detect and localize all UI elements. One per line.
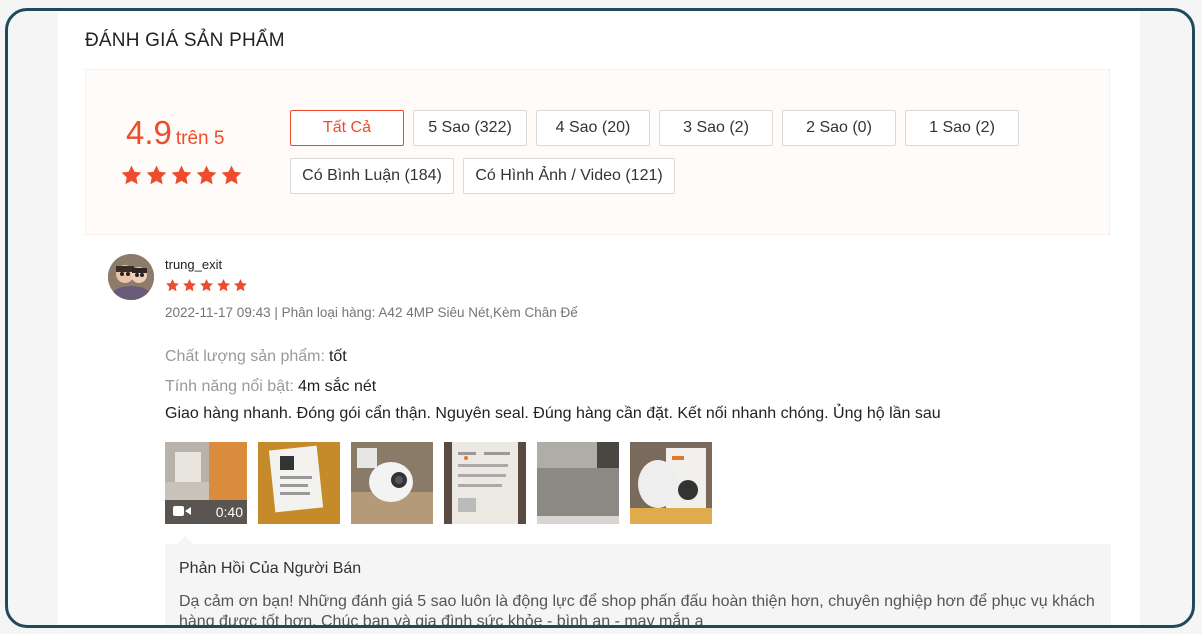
star-icon [121, 165, 142, 185]
filter-2-star[interactable]: 2 Sao (0) [782, 110, 896, 146]
attribute-label: Chất lượng sản phẩm: [165, 348, 325, 365]
filter-5-star[interactable]: 5 Sao (322) [413, 110, 527, 146]
video-duration: 0:40 [215, 504, 243, 520]
review-image[interactable] [444, 442, 526, 524]
star-icon [217, 278, 230, 292]
review-image[interactable] [537, 442, 619, 524]
filter-4-star[interactable]: 4 Sao (20) [536, 110, 650, 146]
section-title: ĐÁNH GIÁ SẢN PHẨM [85, 30, 285, 51]
review-meta: 2022-11-17 09:43 | Phân loại hàng: A42 4… [165, 305, 578, 320]
filter-1-star[interactable]: 1 Sao (2) [905, 110, 1019, 146]
average-stars [120, 164, 243, 187]
star-icon [183, 278, 196, 292]
attribute-value: 4m sắc nét [297, 378, 377, 395]
star-icon [171, 165, 192, 185]
star-icon [234, 278, 247, 292]
video-thumbnail[interactable]: 0:40 [165, 442, 247, 524]
review-image[interactable] [630, 442, 712, 524]
attribute-value: tốt [328, 348, 347, 365]
star-icon [200, 278, 213, 292]
star-icon [221, 165, 242, 185]
screenshot-frame: ĐÁNH GIÁ SẢN PHẨM 4.9 trên 5 Tất Cả 5 Sao… [5, 8, 1195, 628]
filter-all[interactable]: Tất Cả [290, 110, 404, 146]
reply-pointer [177, 536, 193, 544]
score-suffix: trên 5 [175, 128, 225, 149]
rating-overview: 4.9 trên 5 Tất Cả 5 Sao (322) 4 Sao (20) … [85, 69, 1110, 235]
star-icon [196, 165, 217, 185]
attribute-label: Tính năng nổi bật: [165, 378, 294, 395]
review-media-list: 0:40 [165, 442, 712, 524]
score-value: 4.9 [126, 114, 172, 151]
review-comment: Giao hàng nhanh. Đóng gói cẩn thận. Nguy… [165, 405, 941, 422]
review-image[interactable] [351, 442, 433, 524]
review-image[interactable] [258, 442, 340, 524]
star-icon [146, 165, 167, 185]
video-camera-icon [173, 504, 191, 520]
filter-3-star[interactable]: 3 Sao (2) [659, 110, 773, 146]
attribute-quality: Chất lượng sản phẩm: tốt [165, 348, 347, 366]
seller-reply-title: Phản Hồi Của Người Bán [179, 560, 362, 577]
avatar[interactable] [108, 254, 154, 300]
reviewer-username[interactable]: trung_exit [165, 257, 222, 272]
average-score: 4.9 trên 5 [126, 114, 224, 152]
attribute-feature: Tính năng nổi bật: 4m sắc nét [165, 378, 376, 396]
star-icon [166, 278, 179, 292]
product-ratings-card: ĐÁNH GIÁ SẢN PHẨM 4.9 trên 5 Tất Cả 5 Sao… [58, 11, 1140, 625]
seller-reply: Phản Hồi Của Người Bán Dạ cảm ơn bạn! Nh… [165, 536, 1111, 625]
video-bar: 0:40 [165, 500, 247, 524]
seller-reply-body: Dạ cảm ơn bạn! Những đánh giá 5 sao luôn… [179, 593, 1095, 628]
filter-with-media[interactable]: Có Hình Ảnh / Video (121) [463, 158, 675, 194]
filter-with-comment[interactable]: Có Bình Luận (184) [290, 158, 454, 194]
review-stars [165, 278, 248, 293]
